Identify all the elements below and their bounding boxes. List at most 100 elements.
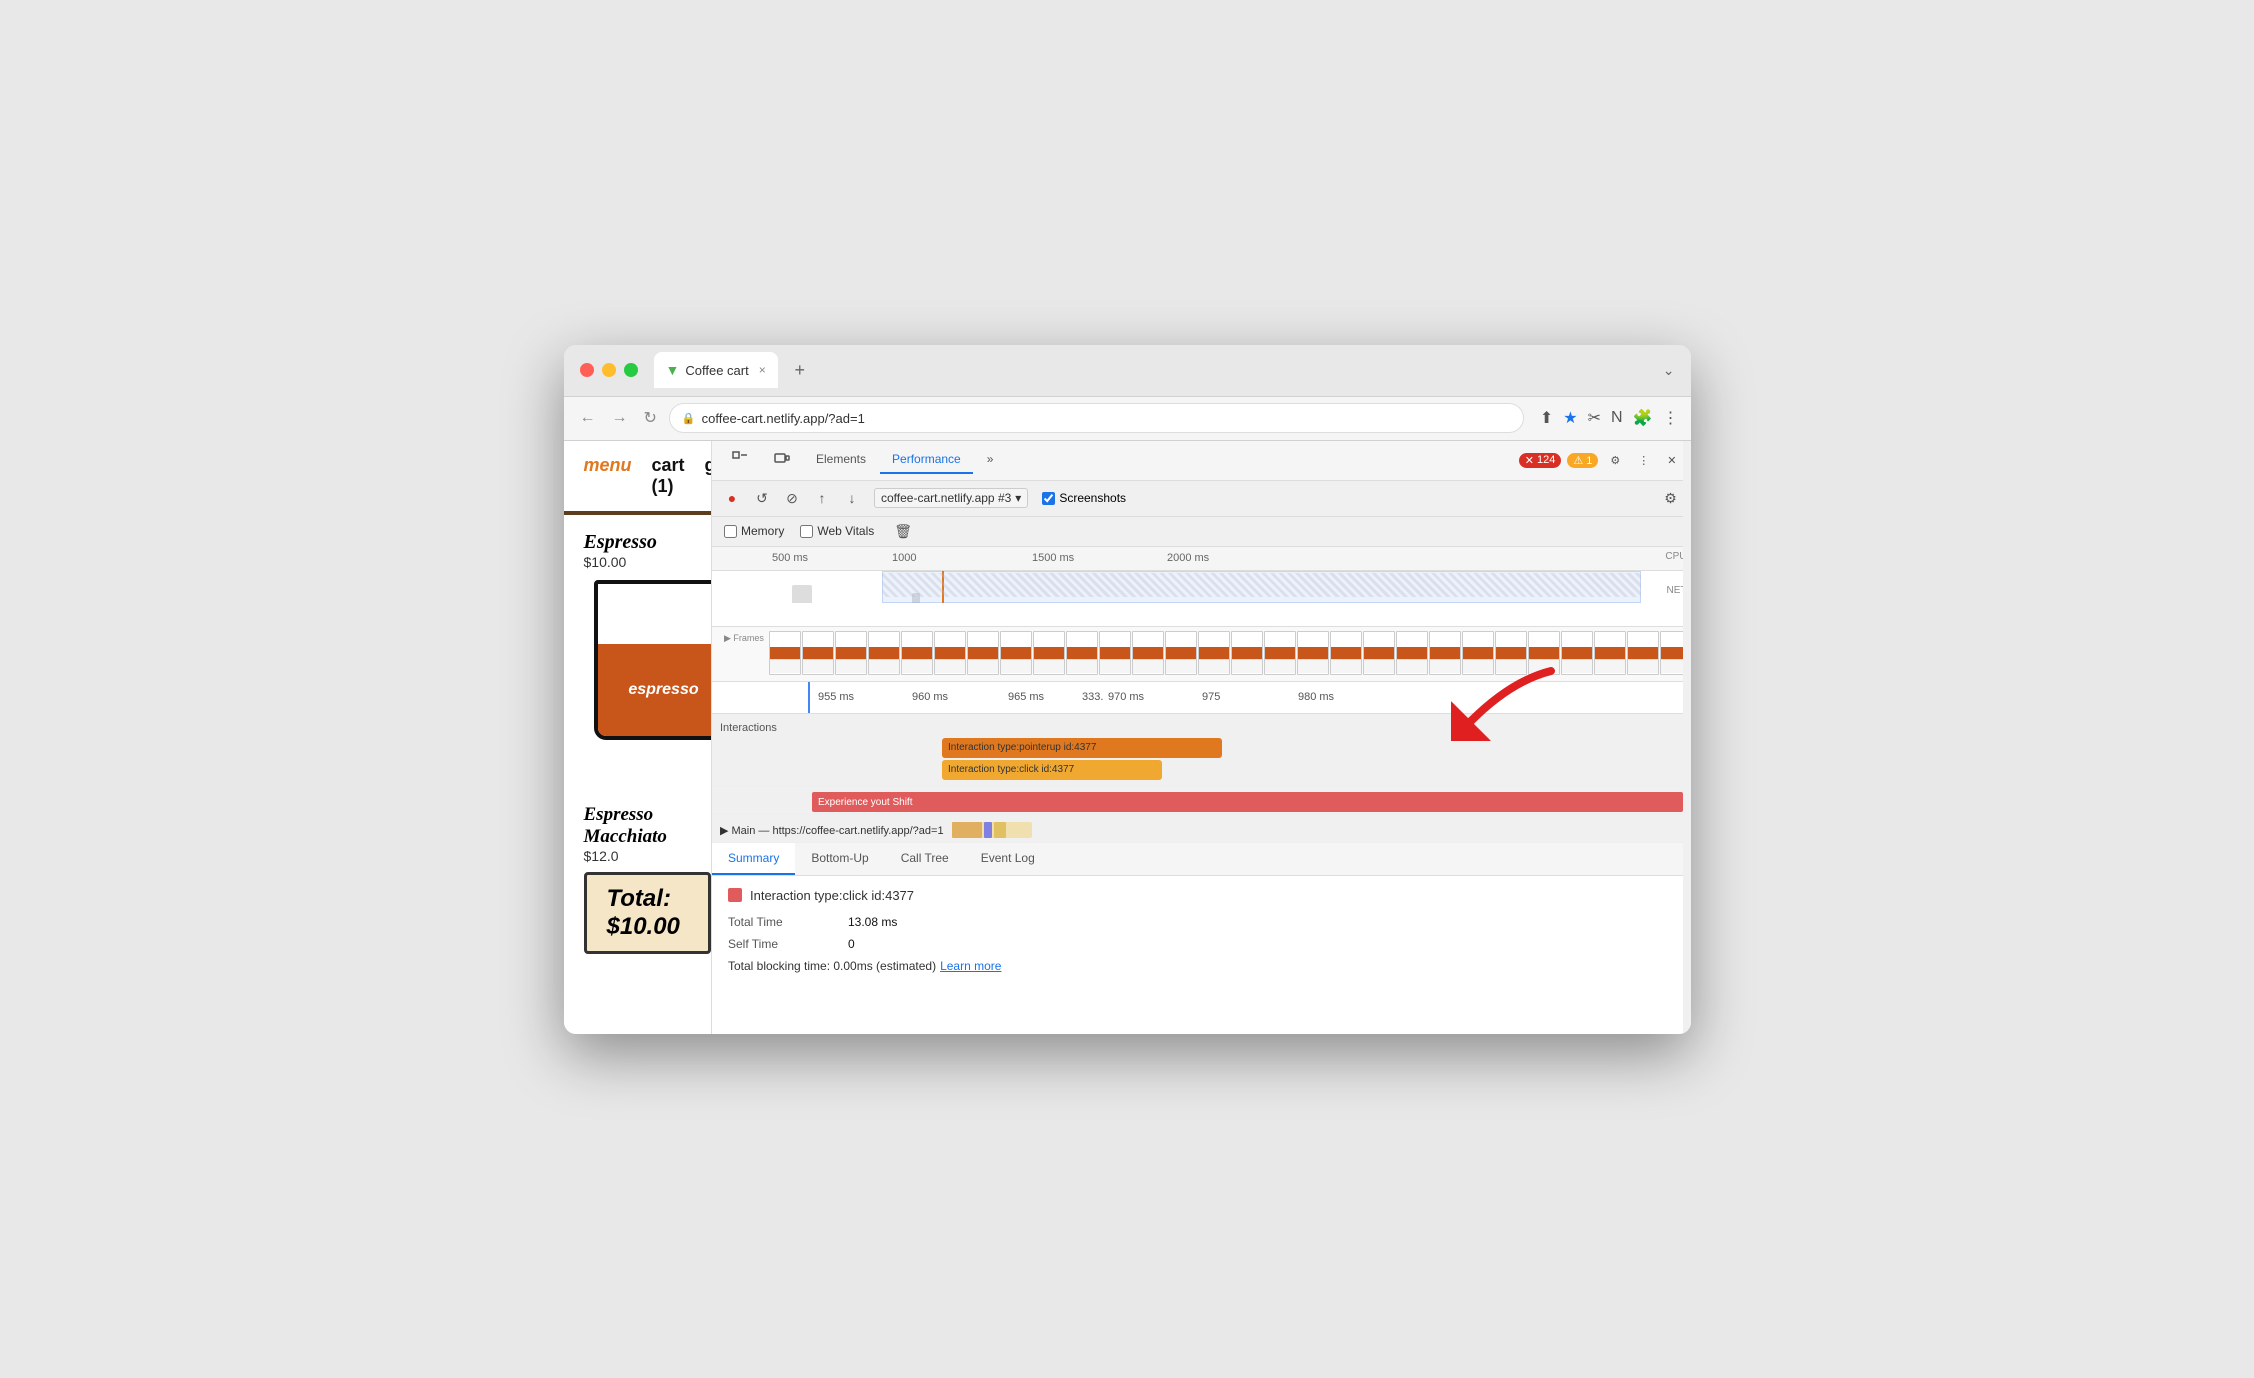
session-selector[interactable]: coffee-cart.netlify.app #3 ▾ bbox=[874, 488, 1028, 508]
selection-handle[interactable] bbox=[808, 682, 810, 713]
total-time-row: Total Time 13.08 ms bbox=[728, 915, 1675, 929]
maximize-window-button[interactable] bbox=[624, 363, 638, 377]
click-bar[interactable]: Interaction type:click id:4377 bbox=[942, 760, 1162, 780]
devtools-more-icon[interactable]: ⋮ bbox=[1632, 451, 1655, 470]
webvitals-checkbox-label[interactable]: Web Vitals bbox=[800, 524, 874, 538]
main-thread-bar bbox=[952, 822, 1032, 838]
cup-fill-text: espresso bbox=[628, 681, 698, 699]
site-nav: menu cart (1) github bbox=[564, 441, 711, 515]
memory-checkbox-label[interactable]: Memory bbox=[724, 524, 784, 538]
more-tools-icon[interactable]: ⋮ bbox=[1663, 408, 1679, 428]
nav-github-link[interactable]: github bbox=[705, 455, 712, 497]
tab-title: Coffee cart bbox=[685, 363, 748, 378]
devtools-tab-elements[interactable]: Elements bbox=[804, 446, 878, 474]
zoom-965ms: 965 ms bbox=[1008, 691, 1044, 703]
devtools-tab-responsive[interactable] bbox=[762, 445, 802, 475]
tab-summary[interactable]: Summary bbox=[712, 843, 795, 875]
cup-fill: espresso bbox=[598, 644, 712, 735]
clear-button[interactable]: ⊘ bbox=[780, 486, 804, 510]
devtools-tab-more[interactable]: » bbox=[975, 446, 1006, 474]
lock-icon: 🔒 bbox=[682, 412, 696, 425]
espresso-price: $10.00 bbox=[584, 554, 691, 570]
minimize-window-button[interactable] bbox=[602, 363, 616, 377]
address-bar: ← → ↻ 🔒 coffee-cart.netlify.app/?ad=1 ⬆ … bbox=[564, 397, 1691, 441]
frames-strip-inner: ▶ Frames bbox=[712, 627, 1691, 679]
webvitals-checkbox[interactable] bbox=[800, 525, 813, 538]
self-time-value: 0 bbox=[848, 937, 855, 951]
total-box: Total: $10.00 bbox=[584, 872, 711, 954]
extensions-icon[interactable]: 🧩 bbox=[1633, 408, 1653, 428]
devtools-tab-inspector[interactable] bbox=[720, 445, 760, 475]
notion-icon[interactable]: N bbox=[1611, 409, 1623, 427]
webvitals-label: Web Vitals bbox=[817, 524, 874, 538]
devtools-close-icon[interactable]: ✕ bbox=[1661, 451, 1682, 470]
zoom-970ms: 970 ms bbox=[1108, 691, 1144, 703]
zoom-980ms: 980 ms bbox=[1298, 691, 1334, 703]
devtools-icons: ✕ 124 ⚠ 1 ⚙ ⋮ ✕ bbox=[1519, 451, 1683, 470]
devtools-toolbar-settings-icon[interactable]: ⚙ bbox=[1659, 486, 1683, 510]
zoom-333: 333. bbox=[1082, 691, 1103, 703]
learn-more-link[interactable]: Learn more bbox=[940, 959, 1001, 973]
experience-row: Experience yout Shift bbox=[712, 791, 1691, 815]
interactions-text: Interactions bbox=[720, 722, 777, 734]
close-window-button[interactable] bbox=[580, 363, 594, 377]
summary-content: Interaction type:click id:4377 Total Tim… bbox=[712, 876, 1691, 1034]
nav-menu-link[interactable]: menu bbox=[584, 455, 632, 497]
pointerup-bar[interactable]: Interaction type:pointerup id:4377 bbox=[942, 738, 1222, 758]
interaction-click-bar[interactable]: Interaction type:click id:4377 bbox=[712, 760, 1691, 780]
main-thread-label: ▶ Main — https://coffee-cart.netlify.app… bbox=[720, 824, 944, 837]
back-button[interactable]: ← bbox=[576, 405, 600, 431]
record-button[interactable]: ● bbox=[720, 486, 744, 510]
tab-eventlog[interactable]: Event Log bbox=[965, 843, 1051, 875]
ruler-1000ms: 1000 bbox=[892, 552, 916, 564]
cup-body: espresso bbox=[594, 580, 712, 740]
memory-checkbox[interactable] bbox=[724, 525, 737, 538]
self-time-row: Self Time 0 bbox=[728, 937, 1675, 951]
devtools-toolbar: ● ↺ ⊘ ↑ ↓ coffee-cart.netlify.app #3 ▾ S… bbox=[712, 481, 1691, 517]
timeline-ruler: 500 ms 1000 1500 ms 2000 ms CPU bbox=[712, 547, 1691, 571]
reload-record-button[interactable]: ↺ bbox=[750, 486, 774, 510]
devtools-scrollbar[interactable] bbox=[1683, 441, 1691, 1034]
tab-menu-button[interactable]: ⌄ bbox=[1663, 362, 1675, 379]
forward-button[interactable]: → bbox=[608, 405, 632, 431]
devtools-settings-icon[interactable]: ⚙ bbox=[1604, 451, 1626, 470]
bookmark-icon[interactable]: ★ bbox=[1563, 408, 1577, 428]
interactions-section: Interactions Interaction type:pointerup … bbox=[712, 714, 1691, 787]
download-button[interactable]: ↓ bbox=[840, 486, 864, 510]
share-icon[interactable]: ⬆ bbox=[1540, 408, 1553, 428]
session-name: coffee-cart.netlify.app #3 bbox=[881, 491, 1011, 505]
tab-calltree[interactable]: Call Tree bbox=[885, 843, 965, 875]
trash-icon[interactable]: 🗑 bbox=[894, 523, 912, 540]
zoom-timeline: 955 ms 960 ms 965 ms 333. 970 ms 975 980… bbox=[712, 682, 1691, 714]
url-input[interactable]: 🔒 coffee-cart.netlify.app/?ad=1 bbox=[669, 403, 1524, 433]
summary-title-text: Interaction type:click id:4377 bbox=[750, 888, 914, 903]
screenshots-checkbox[interactable] bbox=[1042, 492, 1055, 505]
blocking-time-text: Total blocking time: 0.00ms (estimated) bbox=[728, 959, 936, 973]
tab-close-button[interactable]: × bbox=[759, 363, 766, 377]
browser-toolbar: ⬆ ★ ✂ N 🧩 ⋮ bbox=[1540, 408, 1679, 428]
devtools-panel: Elements Performance » ✕ 124 ⚠ 1 ⚙ ⋮ bbox=[712, 441, 1691, 1034]
summary-color-indicator bbox=[728, 888, 742, 902]
summary-title: Interaction type:click id:4377 bbox=[728, 888, 1675, 903]
scissors-icon[interactable]: ✂ bbox=[1588, 408, 1601, 428]
refresh-button[interactable]: ↻ bbox=[640, 404, 661, 432]
overview-timeline[interactable]: 500 ms 1000 1500 ms 2000 ms CPU bbox=[712, 547, 1691, 627]
frames-strip: ▶ Frames bbox=[712, 627, 1691, 682]
ruler-500ms: 500 ms bbox=[772, 552, 808, 564]
browser-tab[interactable]: ▼ Coffee cart × bbox=[654, 352, 778, 388]
main-area: menu cart (1) github Espresso $10.00 esp… bbox=[564, 441, 1691, 1034]
nav-cart-link[interactable]: cart (1) bbox=[652, 455, 685, 497]
bottom-tabs: Summary Bottom-Up Call Tree Event Log bbox=[712, 843, 1691, 876]
devtools-tab-bar: Elements Performance » ✕ 124 ⚠ 1 ⚙ ⋮ bbox=[712, 441, 1691, 481]
interaction-pointerup-bar[interactable]: Interaction type:pointerup id:4377 bbox=[712, 738, 1691, 758]
experience-text: Experience yout Shift bbox=[818, 797, 913, 808]
tab-bottomup[interactable]: Bottom-Up bbox=[795, 843, 884, 875]
pointerup-label: Interaction type:pointerup id:4377 bbox=[948, 742, 1096, 753]
new-tab-button[interactable]: + bbox=[786, 356, 814, 384]
devtools-tab-performance[interactable]: Performance bbox=[880, 446, 973, 474]
browser-window: ▼ Coffee cart × + ⌄ ← → ↻ 🔒 coffee-cart.… bbox=[564, 345, 1691, 1034]
memory-label: Memory bbox=[741, 524, 784, 538]
screenshots-label: Screenshots bbox=[1059, 491, 1126, 505]
upload-button[interactable]: ↑ bbox=[810, 486, 834, 510]
experience-bar: Experience yout Shift bbox=[812, 792, 1683, 812]
